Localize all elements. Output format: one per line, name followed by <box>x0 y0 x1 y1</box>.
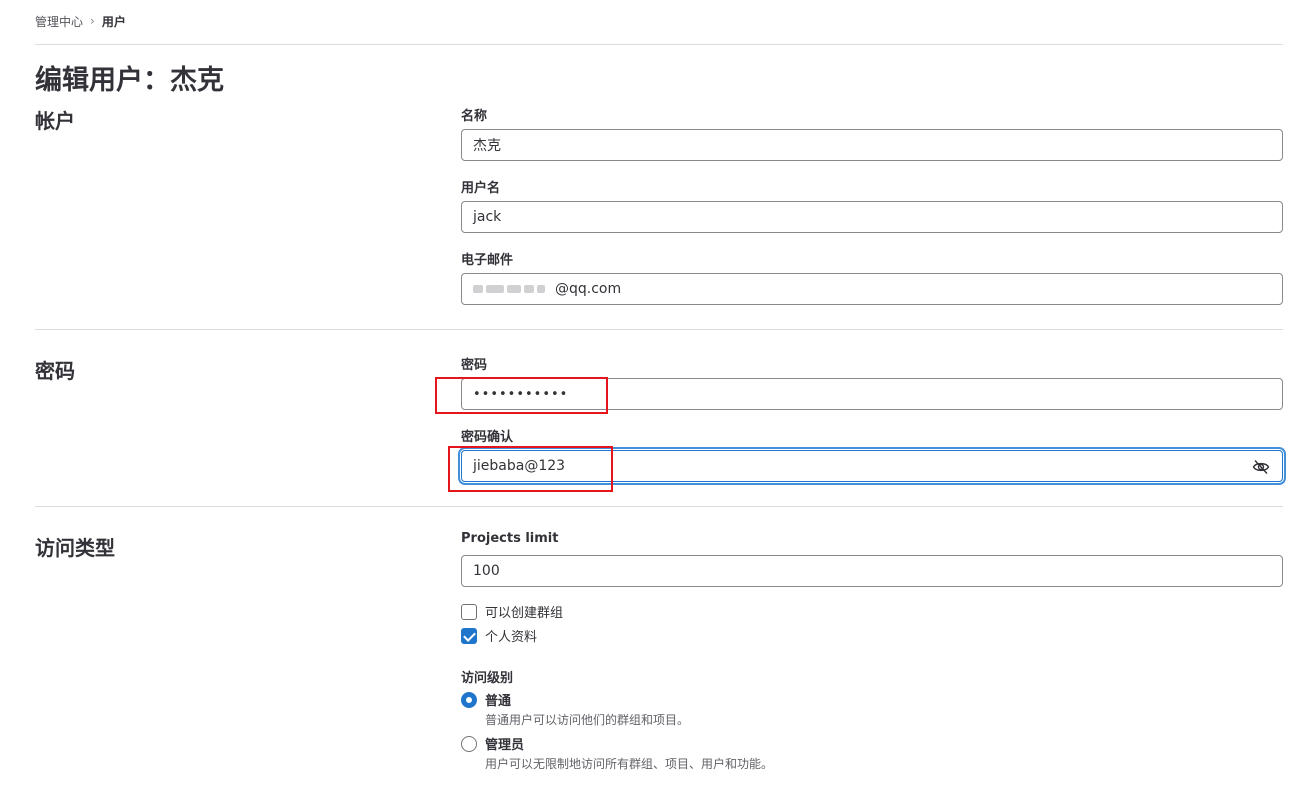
divider <box>35 44 1283 45</box>
password-label: 密码 <box>461 358 488 373</box>
private-profile-checkbox-row[interactable]: 个人资料 <box>461 626 537 645</box>
password-confirm-label: 密码确认 <box>461 430 514 445</box>
admin-radio[interactable] <box>461 735 477 752</box>
projects-limit-value: 100 <box>473 563 500 579</box>
access-level-label: 访问级别 <box>461 671 514 686</box>
breadcrumb: 管理中心 › 用户 <box>35 12 126 30</box>
page-title: 编辑用户：杰克 <box>35 65 224 96</box>
private-profile-checkbox[interactable] <box>461 627 477 644</box>
divider <box>35 329 1283 330</box>
name-label: 名称 <box>461 109 488 124</box>
regular-radio[interactable] <box>461 691 477 708</box>
section-title-access: 访问类型 <box>35 536 115 560</box>
can-create-group-checkbox-row[interactable]: 可以创建群组 <box>461 602 563 621</box>
projects-limit-input[interactable]: 100 <box>461 555 1283 587</box>
email-value: @qq.com <box>555 281 622 297</box>
email-redacted <box>473 282 551 296</box>
section-title-account: 帐户 <box>35 109 75 133</box>
section-title-password: 密码 <box>35 359 75 383</box>
breadcrumb-current: 用户 <box>101 14 126 29</box>
chevron-right-icon: › <box>90 14 95 28</box>
username-input[interactable]: jack <box>461 201 1283 233</box>
breadcrumb-admin-link[interactable]: 管理中心 <box>35 13 83 30</box>
regular-label: 普通 <box>485 694 512 709</box>
admin-label: 管理员 <box>485 738 525 753</box>
email-input[interactable]: @qq.com <box>461 273 1283 305</box>
regular-help-text: 普通用户可以访问他们的群组和项目。 <box>485 713 690 727</box>
name-value: 杰克 <box>473 138 501 154</box>
can-create-group-checkbox[interactable] <box>461 603 477 620</box>
highlight-box <box>435 377 608 414</box>
can-create-group-label: 可以创建群组 <box>485 606 564 621</box>
name-input[interactable]: 杰克 <box>461 129 1283 161</box>
username-value: jack <box>473 209 502 225</box>
username-label: 用户名 <box>461 181 501 196</box>
highlight-box <box>448 446 613 492</box>
private-profile-label: 个人资料 <box>485 630 538 645</box>
admin-help-text: 用户可以无限制地访问所有群组、项目、用户和功能。 <box>485 757 774 771</box>
access-level-regular-row[interactable]: 普通 <box>461 690 511 709</box>
divider <box>35 506 1283 507</box>
email-label: 电子邮件 <box>461 253 514 268</box>
projects-limit-label: Projects limit <box>461 531 559 546</box>
access-level-admin-row[interactable]: 管理员 <box>461 734 524 753</box>
eye-off-icon[interactable] <box>1252 458 1270 476</box>
